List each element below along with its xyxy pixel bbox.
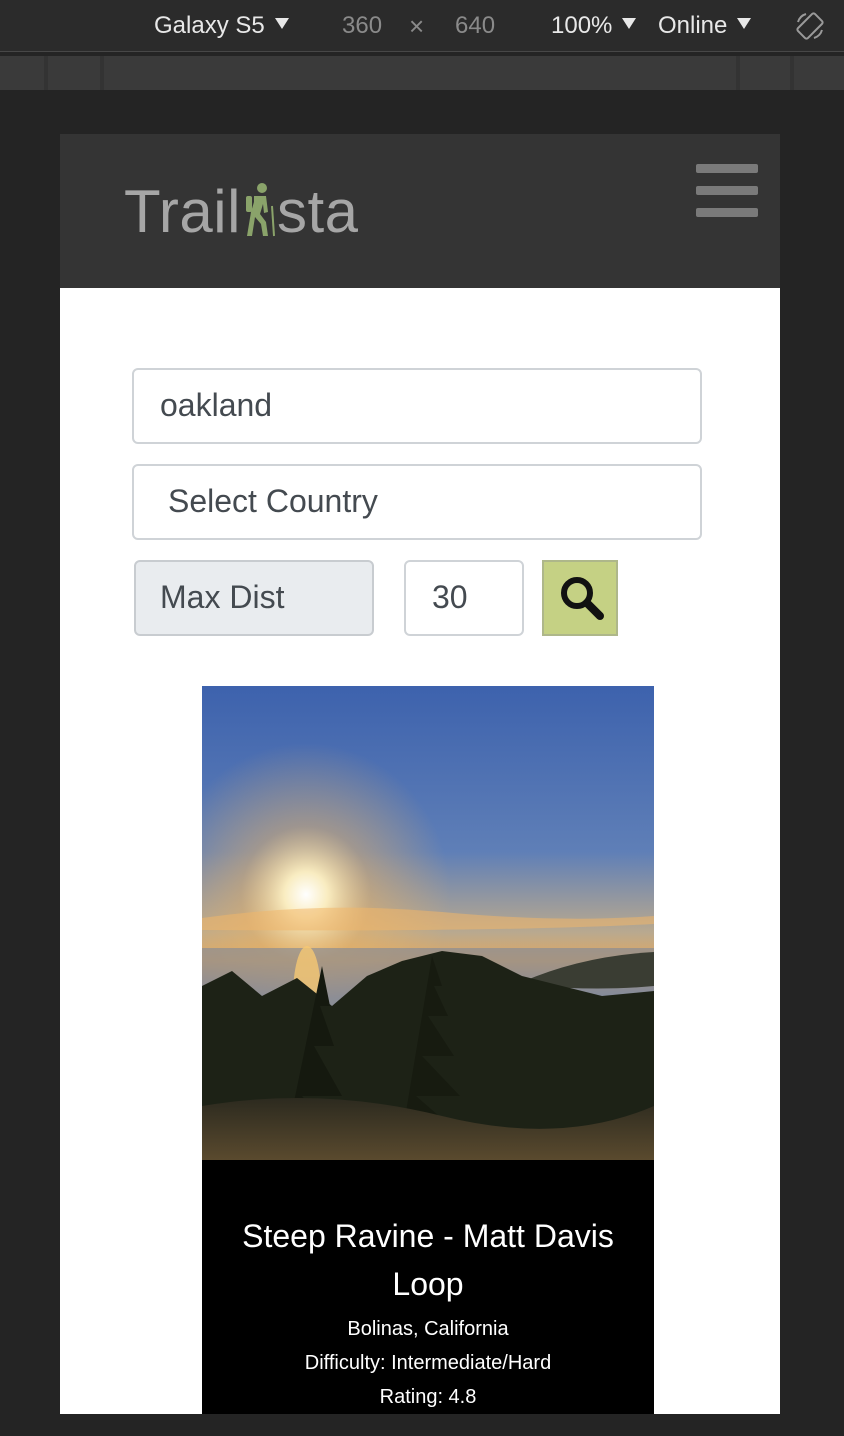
brand-suffix: sta <box>276 178 359 245</box>
network-value: Online <box>658 12 728 39</box>
hiker-icon <box>245 183 275 237</box>
trail-card-body: Steep Ravine - Matt Davis Loop Bolinas, … <box>202 1160 654 1414</box>
ruler-segment[interactable] <box>794 56 844 90</box>
brand-prefix: Trail <box>124 178 241 245</box>
location-search-input[interactable]: oakland <box>132 368 702 444</box>
ruler-segment[interactable] <box>104 56 736 90</box>
zoom-value: 100% <box>551 12 613 39</box>
trail-card[interactable]: Steep Ravine - Matt Davis Loop Bolinas, … <box>202 686 654 1414</box>
chevron-down-icon <box>737 18 752 29</box>
viewport-width-input[interactable]: 360 <box>342 10 382 42</box>
zoom-select[interactable]: 100% <box>551 10 637 42</box>
ruler-segment[interactable] <box>48 56 100 90</box>
trail-name[interactable]: Steep Ravine - Matt Davis Loop <box>226 1212 630 1308</box>
device-toolbar: Galaxy S5 360 × 640 100% Online <box>0 0 844 52</box>
ruler-segment[interactable] <box>740 56 790 90</box>
media-query-ruler <box>0 56 844 90</box>
ruler-segment[interactable] <box>0 56 44 90</box>
search-icon <box>561 577 604 620</box>
menu-bar <box>696 186 758 195</box>
max-dist-label: Max Dist <box>134 560 374 636</box>
navbar: Trail sta <box>60 134 780 288</box>
country-select[interactable]: Select Country <box>132 464 702 540</box>
chevron-down-icon <box>622 18 637 29</box>
search-button[interactable] <box>542 560 618 636</box>
times-icon: × <box>409 11 425 41</box>
rotate-device-icon[interactable] <box>795 11 825 41</box>
menu-bar <box>696 164 758 173</box>
max-dist-input[interactable]: 30 <box>404 560 524 636</box>
trail-photo <box>202 686 654 1160</box>
hamburger-menu-icon[interactable] <box>696 164 758 220</box>
trail-difficulty: Difficulty: Intermediate/Hard <box>304 1352 552 1374</box>
trail-rating: Rating: 4.8 <box>379 1386 477 1408</box>
trail-location: Bolinas, California <box>347 1318 509 1340</box>
device-viewport: Trail sta oakland Select Country Max Dis… <box>60 134 780 1414</box>
viewport-height-input[interactable]: 640 <box>455 10 495 42</box>
menu-bar <box>696 208 758 217</box>
device-select[interactable]: Galaxy S5 <box>154 10 289 42</box>
network-select[interactable]: Online <box>658 10 752 42</box>
brand-logo[interactable]: Trail sta <box>124 178 358 246</box>
device-name: Galaxy S5 <box>154 12 265 39</box>
chevron-down-icon <box>274 18 289 29</box>
